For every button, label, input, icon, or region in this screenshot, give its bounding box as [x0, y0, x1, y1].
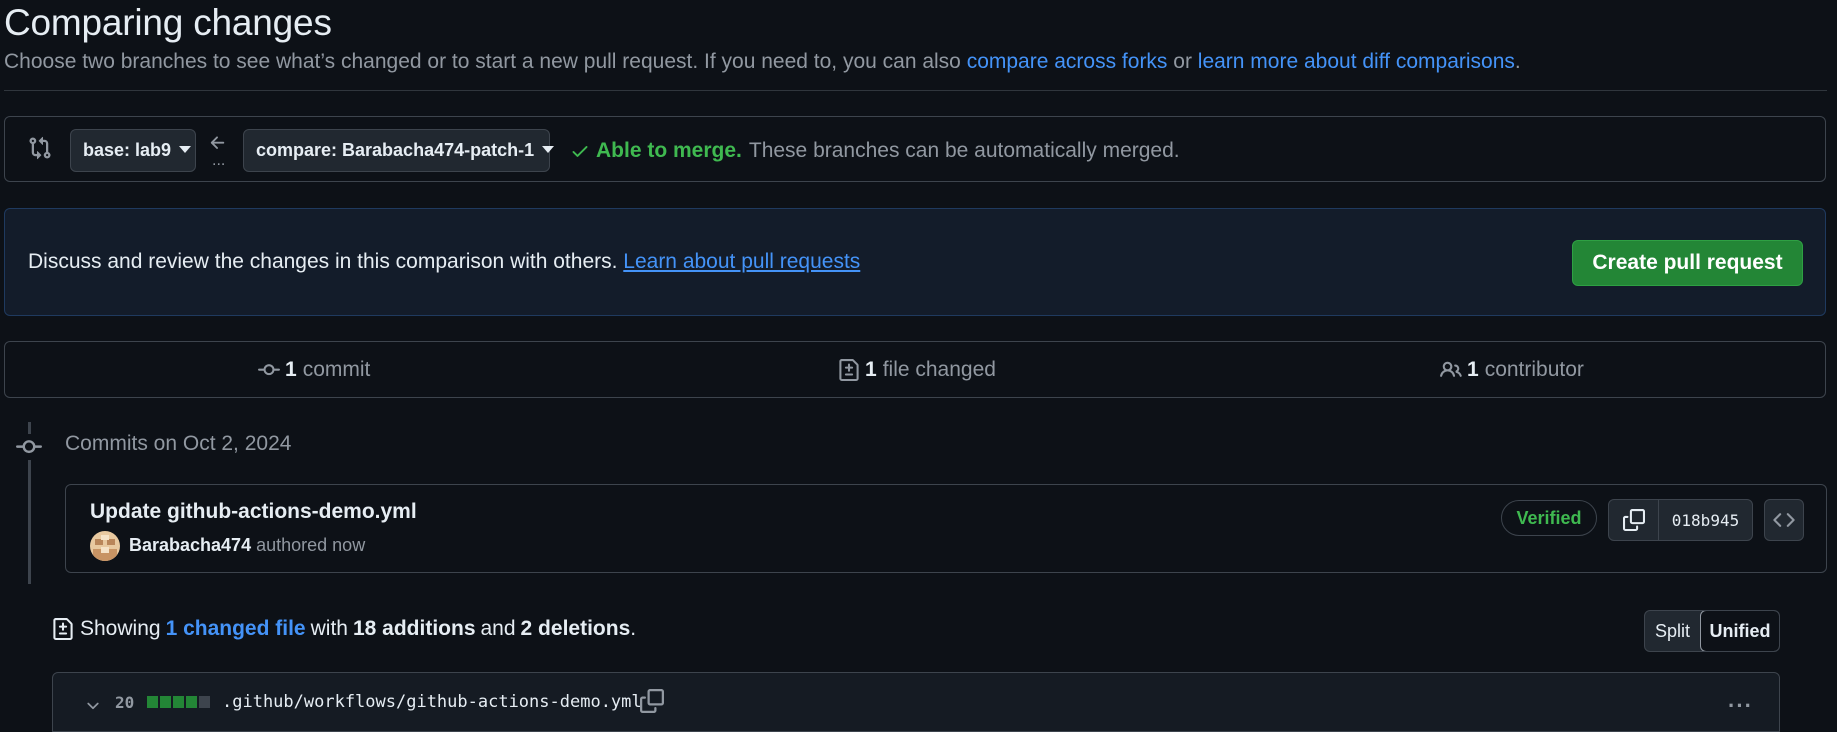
- split-view-button[interactable]: Split: [1645, 611, 1700, 651]
- caret-down-icon: [179, 146, 192, 153]
- merge-status-text: These branches can be automatically merg…: [748, 139, 1180, 162]
- copy-icon[interactable]: [640, 689, 664, 713]
- chevron-down-icon[interactable]: [84, 697, 102, 715]
- showing-with: with: [310, 617, 348, 640]
- flash-message: Discuss and review the changes in this c…: [28, 250, 860, 274]
- files-changed-tab[interactable]: 1 file changed: [838, 358, 996, 382]
- file-change-count: 20: [115, 693, 135, 712]
- compare-branch-select[interactable]: compare: Barabacha474-patch-1: [243, 129, 555, 172]
- contributors-label: contributor: [1484, 358, 1584, 381]
- subtitle-or: or: [1167, 50, 1198, 73]
- unified-view-button[interactable]: Unified: [1700, 611, 1779, 651]
- merge-ok-label: Able to merge.: [596, 139, 742, 162]
- file-diff-icon: [838, 359, 860, 381]
- git-commit-icon: [16, 434, 42, 460]
- subtitle-text: Choose two branches to see what’s change…: [4, 50, 967, 73]
- commit-sha-group: 018b945: [1608, 499, 1753, 541]
- showing-period: .: [630, 617, 637, 640]
- browse-repo-button[interactable]: [1764, 499, 1804, 541]
- showing-and: and: [480, 617, 516, 640]
- commits-count: 1: [285, 358, 297, 381]
- file-path-link[interactable]: .github/workflows/github-actions-demo.ym…: [222, 692, 642, 712]
- diffstat-block-added: [147, 696, 158, 708]
- verified-badge[interactable]: Verified: [1501, 500, 1597, 536]
- diffstat-block-added: [160, 696, 171, 708]
- compare-across-forks-link[interactable]: compare across forks: [967, 50, 1168, 73]
- range-dots: ...: [212, 152, 226, 169]
- commits-date-heading: Commits on Oct 2, 2024: [65, 432, 292, 455]
- header-divider: [4, 90, 1827, 91]
- additions-count: 18 additions: [352, 617, 476, 640]
- diffstat-block-added: [186, 696, 197, 708]
- showing-prefix: Showing: [80, 617, 161, 640]
- avatar[interactable]: [90, 531, 120, 561]
- commit-author-link[interactable]: Barabacha474: [129, 535, 251, 555]
- learn-diff-comparisons-link[interactable]: learn more about diff comparisons: [1198, 50, 1515, 73]
- file-diff-icon: [52, 618, 74, 640]
- copy-icon: [1622, 509, 1645, 531]
- merge-status: Able to merge. These branches can be aut…: [570, 139, 1180, 163]
- diffstat-block-neutral: [199, 696, 210, 708]
- compare-branch-label: compare: Barabacha474-patch-1: [256, 140, 535, 160]
- arrow-left-icon: [208, 133, 228, 153]
- base-branch-label: base: lab9: [83, 140, 172, 160]
- git-compare-icon: [28, 136, 52, 160]
- subtitle-period: .: [1514, 50, 1521, 73]
- files-count: 1: [865, 358, 877, 381]
- contributors-count: 1: [1467, 358, 1479, 381]
- contributors-tab[interactable]: 1 contributor: [1440, 358, 1584, 382]
- diff-summary: Showing 1 changed file with 18 additions…: [52, 617, 636, 641]
- diffstat: [147, 696, 210, 708]
- base-branch-select[interactable]: base: lab9: [70, 129, 196, 172]
- flash-text: Discuss and review the changes in this c…: [28, 250, 624, 273]
- diff-view-toggle: Split Unified: [1644, 610, 1780, 652]
- people-icon: [1440, 359, 1462, 381]
- changed-files-link[interactable]: 1 changed file: [166, 617, 306, 641]
- caret-down-icon: [542, 146, 555, 153]
- commits-label: commit: [302, 358, 371, 381]
- code-icon: [1773, 509, 1795, 531]
- commit-authored-time: authored now: [256, 535, 366, 555]
- deletions-count: 2 deletions: [520, 617, 631, 640]
- learn-pull-requests-link[interactable]: Learn about pull requests: [623, 250, 860, 273]
- git-commit-icon: [258, 359, 280, 381]
- copy-sha-button[interactable]: [1609, 500, 1659, 540]
- create-pull-request-button[interactable]: Create pull request: [1572, 240, 1803, 286]
- page-title: Comparing changes: [4, 2, 332, 43]
- diffstat-block-added: [173, 696, 184, 708]
- files-label: file changed: [882, 358, 996, 381]
- commit-title-link[interactable]: Update github-actions-demo.yml: [90, 500, 417, 524]
- commits-tab[interactable]: 1 commit: [258, 358, 370, 382]
- commit-author-line: Barabacha474 authored now: [129, 535, 365, 556]
- commit-sha-link[interactable]: 018b945: [1659, 500, 1752, 540]
- check-icon: [570, 141, 590, 161]
- page-subtitle: Choose two branches to see what’s change…: [4, 50, 1521, 74]
- kebab-horizontal-icon[interactable]: ···: [1728, 693, 1753, 719]
